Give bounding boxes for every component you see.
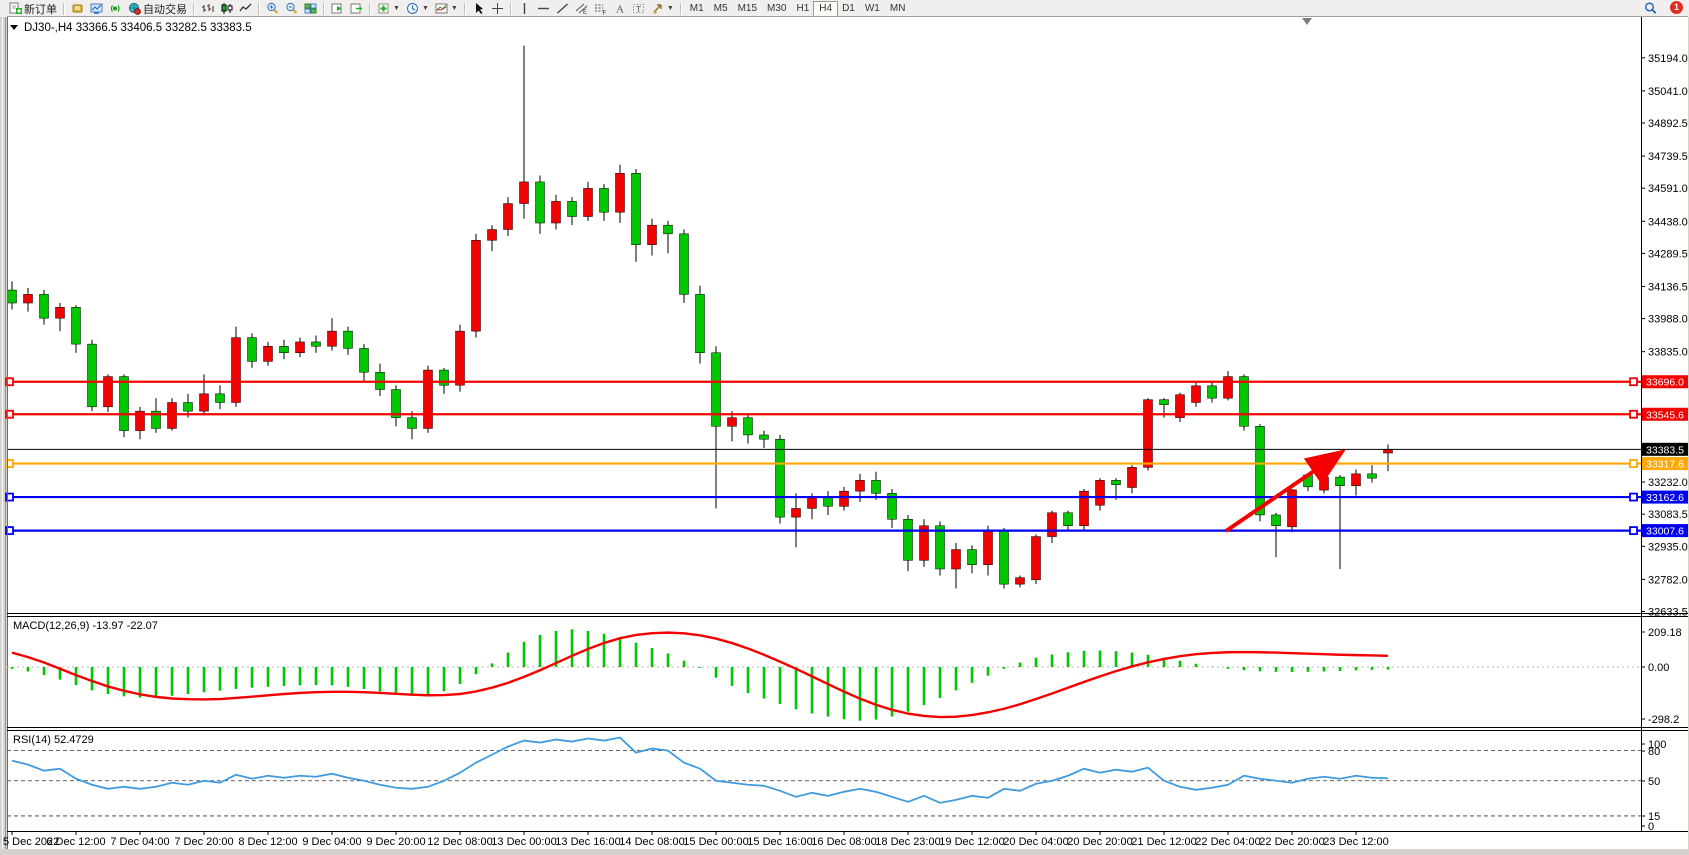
price-tick-label: 32935.0: [1648, 541, 1688, 553]
price-line-badge-label: 33317.6: [1646, 459, 1684, 471]
chart-area[interactable]: 35194.0 35041.0 34892.5 34739.5 34591.0 34438…: [0, 0, 1689, 855]
time-tick-label: 8 Dec 12:00: [238, 836, 297, 848]
price-tick-label: 34136.5: [1648, 281, 1688, 293]
time-tick-label: 7 Dec 04:00: [110, 836, 169, 848]
time-tick-label: 22 Dec 04:00: [1195, 836, 1260, 848]
time-tick-label: 12 Dec 08:00: [427, 836, 492, 848]
price-tick-label: 32782.0: [1648, 574, 1688, 586]
time-tick-label: 22 Dec 20:00: [1259, 836, 1324, 848]
time-tick-label: 9 Dec 04:00: [302, 836, 361, 848]
time-tick-label: 15 Dec 16:00: [747, 836, 812, 848]
time-tick-label: 14 Dec 08:00: [619, 836, 684, 848]
price-tick-label: 35194.0: [1648, 53, 1688, 65]
rsi-axis-label: 80: [1648, 746, 1660, 758]
line-handle: [1630, 527, 1637, 534]
line-handle: [1630, 411, 1637, 418]
price-tick-label: 32633.5: [1648, 607, 1688, 619]
price-line-badge-label: 33162.6: [1646, 492, 1684, 504]
rsi-indicator-label: RSI(14) 52.4729: [13, 734, 94, 746]
time-tick-label: 19 Dec 12:00: [939, 836, 1004, 848]
price-tick-label: 33988.0: [1648, 314, 1688, 326]
price-tick-label: 35041.0: [1648, 86, 1688, 98]
time-tick-label: 13 Dec 16:00: [555, 836, 620, 848]
price-line-badge-label: 33383.5: [1646, 444, 1684, 456]
price-line-badge-label: 33007.6: [1646, 526, 1684, 538]
time-tick-label: 6 Dec 12:00: [46, 836, 105, 848]
mt4-window: 新订单自动交易▼▼▼EFAT▼M1M5M15M30H1H4D1W1MN1 351…: [0, 0, 1689, 855]
line-handle: [1630, 460, 1637, 467]
price-tick-label: 34892.5: [1648, 118, 1688, 130]
macd-axis-label: -298.2: [1648, 714, 1679, 726]
time-tick-label: 9 Dec 20:00: [366, 836, 425, 848]
price-line-badge-label: 33545.6: [1646, 409, 1684, 421]
time-tick-label: 18 Dec 23:00: [875, 836, 940, 848]
macd-axis-label: 0.00: [1648, 662, 1669, 674]
price-tick-label: 34739.5: [1648, 151, 1688, 163]
price-tick-label: 34438.0: [1648, 216, 1688, 228]
line-handle: [1630, 378, 1637, 385]
price-tick-label: 34289.5: [1648, 248, 1688, 260]
time-tick-label: 23 Dec 12:00: [1323, 836, 1388, 848]
chart-title-text: DJ30-,H4 33366.5 33406.5 33282.5 33383.5: [24, 22, 252, 34]
time-tick-label: 15 Dec 00:00: [683, 836, 748, 848]
time-tick-label: 20 Dec 20:00: [1067, 836, 1132, 848]
rsi-axis-label: 0: [1648, 821, 1654, 833]
price-tick-label: 33083.5: [1648, 509, 1688, 521]
rsi-axis-label: 50: [1648, 776, 1660, 788]
time-tick-label: 21 Dec 12:00: [1131, 836, 1196, 848]
price-line-badge-label: 33696.0: [1646, 377, 1684, 389]
time-tick-label: 7 Dec 20:00: [174, 836, 233, 848]
macd-axis-label: 209.18: [1648, 627, 1682, 639]
time-tick-label: 20 Dec 04:00: [1003, 836, 1068, 848]
time-tick-label: 16 Dec 08:00: [811, 836, 876, 848]
price-tick-label: 34591.0: [1648, 183, 1688, 195]
price-tick-label: 33232.0: [1648, 477, 1688, 489]
chart-title: DJ30-,H4 33366.5 33406.5 33282.5 33383.5: [10, 22, 252, 34]
line-handle: [1630, 494, 1637, 501]
time-tick-label: 13 Dec 00:00: [491, 836, 556, 848]
macd-indicator-label: MACD(12,26,9) -13.97 -22.07: [13, 620, 158, 632]
price-tick-label: 33835.0: [1648, 347, 1688, 359]
